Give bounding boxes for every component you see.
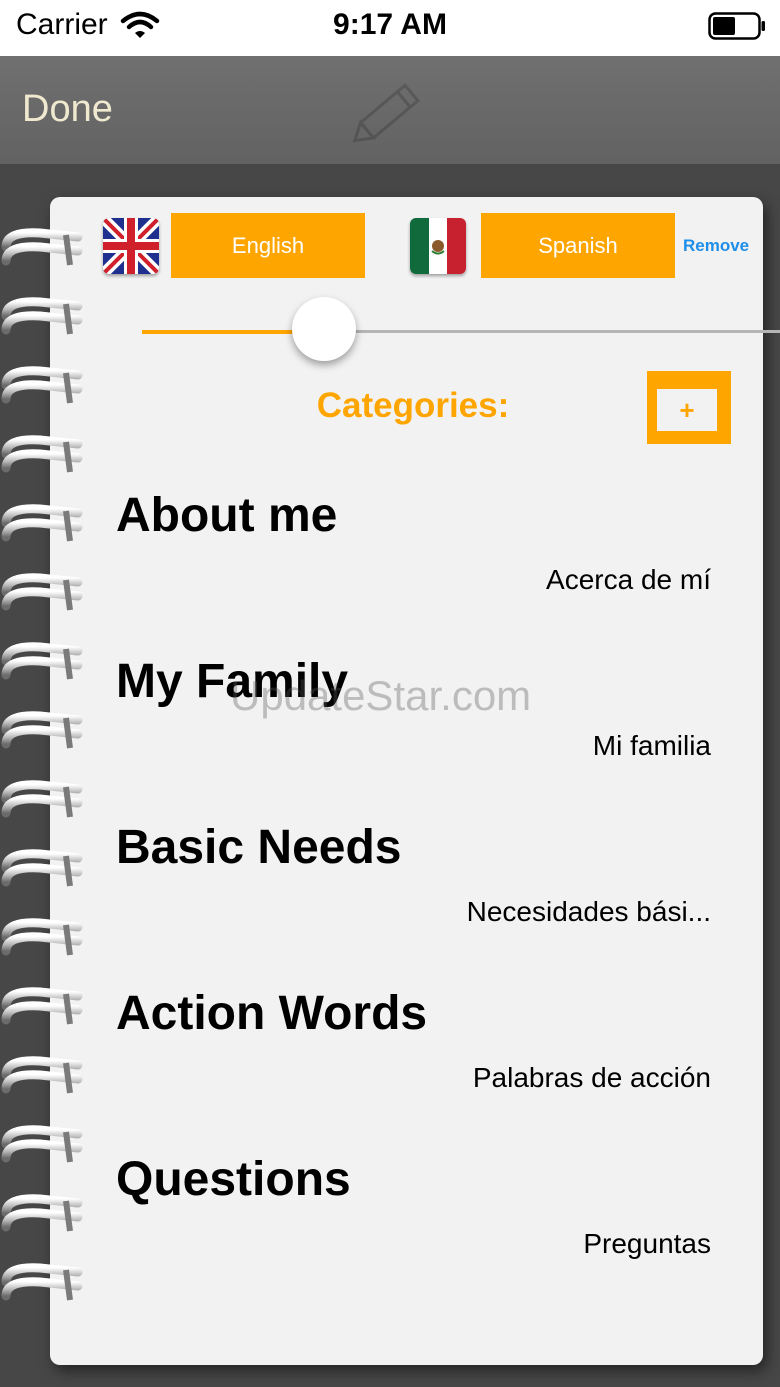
watermark: UpdateStar.com bbox=[230, 672, 532, 719]
category-item[interactable]: Basic Needs Necesidades bási... bbox=[100, 820, 740, 980]
pencil-icon bbox=[352, 83, 420, 143]
category-translation: Palabras de acción bbox=[472, 1062, 711, 1093]
category-name: Action Words bbox=[116, 987, 428, 1040]
category-translation: Acerca de mí bbox=[546, 564, 711, 595]
spiral-binding-icon bbox=[1, 228, 83, 1335]
plus-icon: + bbox=[657, 389, 717, 431]
uk-flag-icon[interactable] bbox=[103, 218, 159, 274]
remove-language-button[interactable]: Remove bbox=[683, 236, 749, 256]
nav-bar: Done bbox=[0, 56, 780, 164]
category-item[interactable]: About me Acerca de mí bbox=[100, 488, 740, 648]
category-translation: Preguntas bbox=[583, 1228, 711, 1259]
category-name: About me bbox=[116, 489, 338, 542]
status-time: 9:17 AM bbox=[333, 8, 447, 41]
category-item[interactable]: Questions Preguntas bbox=[100, 1152, 740, 1312]
battery-icon bbox=[708, 12, 765, 40]
add-category-button[interactable]: + bbox=[647, 371, 731, 444]
done-button[interactable]: Done bbox=[22, 88, 113, 131]
category-translation: Necesidades bási... bbox=[466, 896, 711, 927]
slider-thumb[interactable] bbox=[292, 297, 356, 361]
target-language-button[interactable]: Spanish bbox=[481, 213, 675, 278]
status-bar: Carrier 9:17 AM bbox=[0, 0, 780, 56]
categories-title: Categories: bbox=[316, 386, 510, 425]
category-translation: Mi familia bbox=[592, 730, 711, 761]
category-name: Questions bbox=[116, 1153, 351, 1206]
source-language-button[interactable]: English bbox=[171, 213, 365, 278]
mexico-flag-icon[interactable] bbox=[410, 218, 466, 274]
category-item[interactable]: Action Words Palabras de acción bbox=[100, 986, 740, 1146]
category-name: Basic Needs bbox=[116, 821, 402, 874]
slider-empty-track[interactable] bbox=[324, 330, 780, 333]
